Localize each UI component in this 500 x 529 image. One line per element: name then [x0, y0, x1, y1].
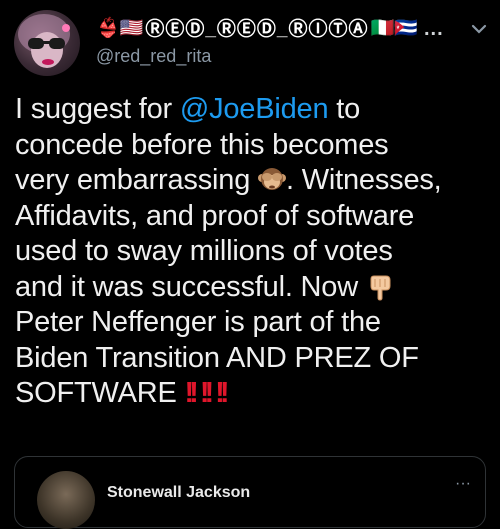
double-exclamation-icon: !! — [184, 377, 200, 409]
see-no-evil-monkey-icon — [258, 168, 286, 190]
avatar[interactable] — [14, 10, 80, 76]
tweet-text-line: concede before this becomes — [15, 128, 389, 161]
tweet-text-line: Affidavits, and proof of software — [15, 199, 415, 232]
quoted-author-name: Stonewall Jackson — [107, 484, 251, 501]
double-exclamation-icon: !! — [215, 377, 230, 409]
display-name-suffix: 🇮🇹🇨🇺 — [370, 17, 418, 39]
double-exclamation-icon: !! — [199, 377, 215, 409]
quoted-more-icon[interactable]: ··· — [455, 475, 471, 493]
tweet-text-line: . Witnesses, — [286, 164, 442, 196]
tweet-text-line: SOFTWARE — [15, 377, 177, 409]
display-name-circled: ⓇⒺⒹ_ⓇⒺⒹ_ⓇⒾⓉⒶ — [145, 19, 369, 40]
tweet-text-line: Peter Neffenger is part of the — [15, 306, 381, 338]
tweet-text-line: to — [328, 93, 361, 125]
quoted-tweet-card[interactable]: Stonewall Jackson ··· — [14, 456, 486, 529]
more-icon[interactable]: ... — [424, 18, 444, 41]
mention-link[interactable]: @JoeBiden — [180, 93, 329, 125]
tweet-text-line: and it was successful. Now — [15, 270, 366, 303]
tweet-text-line: I suggest for — [15, 93, 180, 125]
tweet-text-line: very embarrassing — [15, 164, 258, 196]
chevron-down-icon[interactable] — [470, 20, 488, 38]
pointing-down-hand-icon — [370, 275, 391, 301]
tweet-text-line: Biden Transition AND PREZ OF — [15, 341, 419, 374]
display-name-prefix: 👙🇺🇸 — [96, 17, 144, 39]
user-handle[interactable]: @red_red_rita — [96, 46, 211, 67]
tweet-text-line: used to sway millions of votes — [15, 235, 393, 267]
display-name[interactable]: 👙🇺🇸 ⓇⒺⒹ_ⓇⒺⒹ_ⓇⒾⓉⒶ 🇮🇹🇨🇺 — [96, 14, 418, 41]
quoted-avatar — [37, 471, 95, 529]
tweet-text: I suggest for @JoeBiden to concede befor… — [15, 92, 493, 412]
